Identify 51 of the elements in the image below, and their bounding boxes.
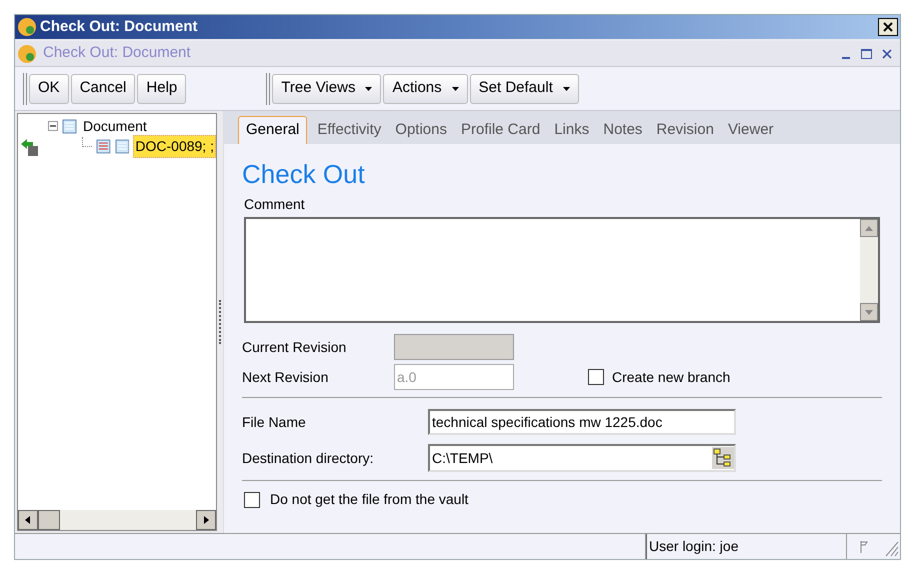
app-icon bbox=[17, 44, 37, 64]
toolbar-button[interactable]: Cancel bbox=[70, 74, 136, 104]
splitter-handle[interactable] bbox=[219, 300, 221, 344]
document-icon bbox=[96, 138, 111, 154]
toolbar-button[interactable]: Help bbox=[137, 74, 186, 104]
document-icon bbox=[114, 138, 130, 154]
scroll-left-button[interactable] bbox=[18, 510, 38, 530]
scroll-right-button[interactable] bbox=[196, 510, 216, 530]
dropdown-button[interactable]: Actions bbox=[383, 74, 468, 104]
status-text: User login: joe bbox=[646, 534, 846, 559]
next-revision-field[interactable]: a.0 bbox=[394, 364, 514, 390]
window-title: Check Out: Document bbox=[43, 43, 191, 64]
tab[interactable]: Links bbox=[550, 116, 594, 144]
tab[interactable]: Profile Card bbox=[457, 116, 544, 144]
back-arrow-icon bbox=[20, 138, 40, 158]
tree-item[interactable]: DOC-0089; ; bbox=[133, 134, 216, 158]
collapse-toggle[interactable] bbox=[48, 121, 58, 131]
field-label: Destination directory: bbox=[242, 448, 375, 468]
close-button[interactable] bbox=[878, 18, 898, 36]
tab[interactable]: Options bbox=[391, 116, 451, 144]
tab[interactable]: Notes bbox=[599, 116, 646, 144]
left-arrow-icon bbox=[25, 516, 31, 524]
right-arrow-icon bbox=[203, 516, 209, 524]
field-label: Next Revision bbox=[242, 368, 330, 386]
app-icon bbox=[17, 17, 37, 37]
dropdown-button[interactable]: Tree Views bbox=[272, 74, 382, 104]
caret-icon bbox=[452, 86, 459, 90]
window-title: Check Out: Document bbox=[40, 16, 198, 37]
tab[interactable]: Effectivity bbox=[313, 116, 386, 144]
folder-tree-icon[interactable] bbox=[712, 447, 734, 469]
comment-label: Comment bbox=[244, 195, 306, 214]
tab[interactable]: Revision bbox=[652, 116, 718, 144]
form-heading: Check Out bbox=[242, 158, 366, 190]
field-label: File Name bbox=[242, 412, 307, 432]
tab[interactable]: Viewer bbox=[724, 116, 778, 144]
vault-checkbox[interactable]: Do not get the file from the vault bbox=[244, 489, 468, 510]
tree-item[interactable]: Document bbox=[81, 116, 149, 136]
destination-field[interactable]: C:\TEMP\ bbox=[428, 444, 736, 472]
field-label: Current Revision bbox=[242, 338, 348, 356]
create-branch-checkbox[interactable]: Create new branch bbox=[588, 366, 730, 388]
file-name-field[interactable]: technical specifications mw 1225.doc bbox=[428, 409, 736, 435]
document-icon bbox=[62, 118, 77, 134]
minus-icon bbox=[50, 123, 56, 129]
toolbar-button[interactable]: OK bbox=[29, 74, 69, 104]
tab[interactable]: General bbox=[238, 116, 308, 144]
caret-icon bbox=[365, 86, 372, 90]
close-icon bbox=[882, 48, 892, 58]
close-icon bbox=[883, 22, 893, 32]
caret-icon bbox=[562, 86, 570, 90]
scrollbar-thumb[interactable] bbox=[38, 510, 60, 530]
dropdown-button[interactable]: Set Default bbox=[470, 74, 579, 104]
